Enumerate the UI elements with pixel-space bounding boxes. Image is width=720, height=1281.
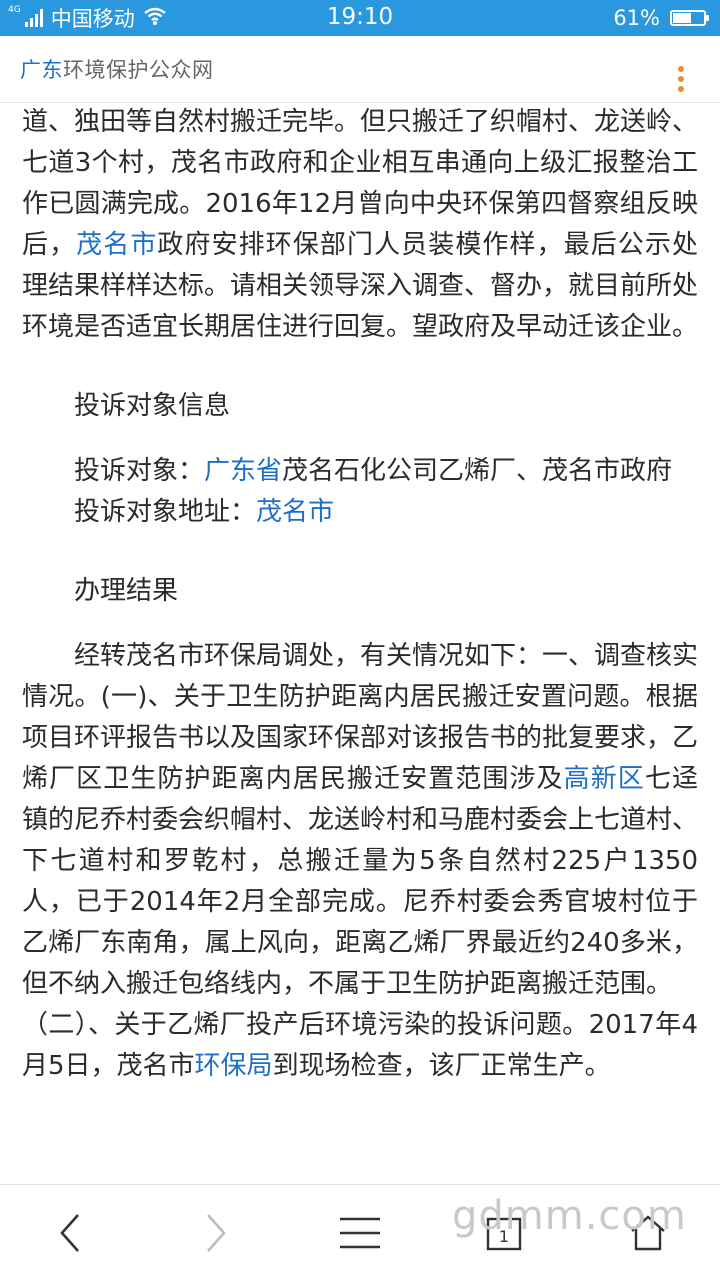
complaint-target-label: 投诉对象： (74, 456, 205, 486)
site-title-highlight: 广东 (20, 58, 63, 82)
section-heading-result: 办理结果 (74, 576, 179, 606)
result-paragraph-2: （二）、关于乙烯厂投产后环境污染的投诉问题。2017年4月5日，茂名市环保局到现… (0, 1005, 720, 1087)
link-environmental-bureau[interactable]: 环保局 (195, 1051, 273, 1081)
status-bar: 4G 中国移动 19:10 61% (0, 0, 720, 36)
result2-text-part2: 到现场检查，该厂正常生产。 (272, 1051, 611, 1081)
tab-count: 1 (499, 1227, 509, 1246)
result-paragraph: 经转茂名市环保局调处，有关情况如下：一、调查核实情况。(一)、关于卫生防护距离内… (0, 636, 720, 1005)
link-maoming-city-address[interactable]: 茂名市 (256, 497, 334, 527)
complaint-target-line: 投诉对象：广东省茂名石化公司乙烯厂、茂名市政府 (0, 451, 720, 492)
home-icon[interactable] (618, 1205, 678, 1261)
site-header: 广东环境保护公众网 (0, 36, 720, 103)
more-options-icon[interactable] (678, 66, 686, 96)
article-body: 道、独田等自然村搬迁完毕。但只搬迁了织帽村、龙送岭、七道3个村，茂名市政府和企业… (0, 102, 720, 1184)
chevron-right-icon[interactable] (186, 1205, 246, 1261)
site-title-rest: 环境保护公众网 (63, 58, 214, 82)
site-title[interactable]: 广东环境保护公众网 (20, 54, 214, 84)
link-maoming-city[interactable]: 茂名市 (76, 230, 157, 260)
result-text-part2: 七迳镇的尼乔村委会织帽村、龙送岭村和马鹿村委会上七道村、下七道村和罗乾村，总搬迁… (22, 764, 699, 999)
browser-bottom-bar: 1 gdmm.com (0, 1184, 720, 1281)
complaint-target-value: 茂名石化公司乙烯厂、茂名市政府 (282, 456, 673, 486)
status-bar-right: 61% (613, 4, 709, 32)
battery-level (673, 13, 691, 23)
complaint-address-label: 投诉对象地址： (74, 497, 257, 527)
hamburger-menu-icon[interactable] (330, 1205, 390, 1261)
complaint-paragraph: 道、独田等自然村搬迁完毕。但只搬迁了织帽村、龙送岭、七道3个村，茂名市政府和企业… (0, 102, 720, 348)
clock: 19:10 (326, 4, 394, 30)
battery-icon (670, 10, 709, 26)
battery-percent: 61% (613, 6, 660, 30)
link-guangdong-province[interactable]: 广东省 (204, 456, 282, 486)
complaint-address-line: 投诉对象地址：茂名市 (0, 492, 720, 533)
tabs-icon[interactable]: 1 (474, 1205, 534, 1261)
chevron-left-icon[interactable] (40, 1205, 100, 1261)
link-high-tech-zone[interactable]: 高新区 (564, 764, 645, 794)
section-heading-target-info: 投诉对象信息 (74, 391, 231, 421)
